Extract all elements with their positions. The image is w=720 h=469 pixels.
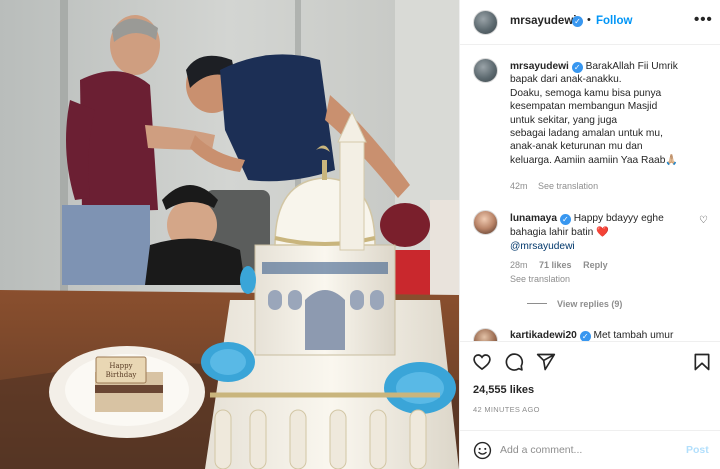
- caption-username[interactable]: mrsayudewi: [510, 61, 569, 72]
- post-comment-button[interactable]: Post: [686, 444, 709, 456]
- view-replies-button[interactable]: View replies (9): [527, 299, 622, 309]
- verified-badge-icon: ✓: [571, 62, 583, 73]
- separator-dot: •: [587, 14, 591, 26]
- caption-author-avatar[interactable]: [473, 58, 498, 83]
- birthday-cake-photo: Happy Birthday: [0, 0, 459, 469]
- cake-topper-line-2: Birthday: [106, 371, 137, 379]
- cake-topper-line-1: Happy: [109, 362, 132, 370]
- praying-hands-emoji: 🙏🏼: [665, 154, 679, 166]
- caption-text: mrsayudewi ✓ BarakAllah Fii Umrik bapak …: [510, 60, 716, 167]
- comment-reply-button[interactable]: Reply: [583, 260, 608, 270]
- post-actions-bar: [460, 341, 720, 381]
- comment-input[interactable]: [500, 442, 670, 458]
- commenter-username[interactable]: kartikadewi20: [510, 330, 577, 341]
- commenter-avatar[interactable]: [473, 328, 498, 342]
- caption-line: Doaku, semoga kamu bisa punya: [510, 87, 662, 99]
- likes-count[interactable]: 24,555 likes: [473, 384, 534, 396]
- view-replies-label: View replies (9): [557, 299, 623, 309]
- caption-line: untuk sekitar, yang juga: [510, 114, 618, 126]
- comment-likes-count[interactable]: 71 likes: [539, 260, 572, 270]
- comment-icon[interactable]: [504, 352, 524, 372]
- comment-meta: 28m 71 likes Reply: [510, 260, 617, 270]
- comment-time: 28m: [510, 260, 528, 270]
- verified-badge-icon: ✓: [572, 16, 583, 27]
- caption-time: 42m: [510, 181, 528, 191]
- post-header: mrsayudewi ✓ • Follow •••: [460, 0, 720, 45]
- commenter-avatar[interactable]: [473, 210, 498, 235]
- author-username[interactable]: mrsayudewi: [510, 15, 576, 27]
- comment-body: Met tambah umur: [593, 330, 674, 341]
- caption-line: sebagai ladang amalan untuk mu,: [510, 128, 663, 140]
- caption-meta: 42m See translation: [510, 181, 598, 191]
- comment-mention-link[interactable]: @mrsayudewi: [510, 241, 575, 252]
- emoji-icon[interactable]: [473, 441, 492, 460]
- replies-divider-line: [527, 303, 547, 304]
- red-heart-emoji: ❤️: [596, 227, 609, 238]
- verified-badge-icon: ✓: [559, 214, 571, 225]
- commenter-username[interactable]: lunamaya: [510, 213, 557, 224]
- share-icon[interactable]: [536, 352, 556, 372]
- comment-like-heart-icon[interactable]: ♡: [699, 215, 708, 226]
- caption-line: bapak dari anak-anakku.: [510, 74, 622, 86]
- follow-button[interactable]: Follow: [596, 15, 632, 27]
- comment-item: kartikadewi20 ✓ Met tambah umur: [473, 328, 715, 342]
- post-timestamp: 42 MINUTES AGO: [473, 405, 540, 414]
- heart-icon[interactable]: [472, 352, 492, 372]
- author-avatar[interactable]: [473, 10, 498, 35]
- caption-line: anak-anak keturunan mu dan: [510, 141, 643, 153]
- comment-item: lunamaya ✓ Happy bdayyy eghe bahagia lah…: [473, 210, 715, 320]
- bookmark-icon[interactable]: [692, 352, 712, 372]
- caption-line: BarakAllah Fii Umrik: [585, 61, 678, 72]
- caption-line: kesempatan membangun Masjid: [510, 101, 658, 113]
- see-translation-link[interactable]: See translation: [538, 181, 598, 191]
- caption-line: keluarga. Aamiin aamiin Yaa Raab: [510, 154, 666, 166]
- add-comment-bar: Post: [460, 430, 720, 469]
- post-sidebar: mrsayudewi ✓ • Follow ••• mrsayudewi ✓ B…: [459, 0, 720, 469]
- post-photo[interactable]: Happy Birthday: [0, 0, 459, 469]
- more-options-icon[interactable]: •••: [694, 11, 713, 28]
- comment-text: lunamaya ✓ Happy bdayyy eghe bahagia lah…: [510, 212, 695, 254]
- comment-see-translation-link[interactable]: See translation: [510, 274, 570, 284]
